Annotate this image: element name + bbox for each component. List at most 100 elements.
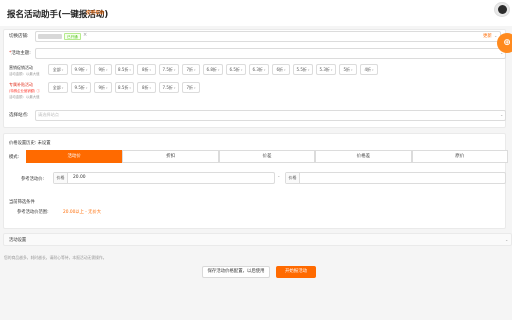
max-price-prefix: 价格: [286, 173, 300, 183]
discount-chip-label: 4折: [364, 67, 372, 72]
site-select[interactable]: [35, 110, 506, 121]
mode-tab-3[interactable]: 价格差: [315, 150, 412, 163]
sort-arrow-icon: ▾: [173, 68, 176, 72]
discount-chip-label: 6.5折: [229, 67, 240, 72]
sort-arrow-icon: ▾: [149, 68, 152, 72]
discount-chip-label: 8.5折: [118, 67, 129, 72]
chevron-down-icon: ⌄: [494, 33, 498, 38]
discount-chip-5[interactable]: 7.5折▾: [159, 64, 179, 75]
special-chip-0[interactable]: 全部▾: [48, 82, 68, 93]
discount-chip-label: 9.9折: [74, 67, 85, 72]
max-price-input[interactable]: [285, 172, 506, 184]
sort-arrow-icon: ▾: [61, 68, 64, 72]
current-filter-label: 当前筛选条件: [9, 200, 35, 205]
min-price-value: 20.00: [73, 175, 86, 180]
discount-chip-8[interactable]: 6.5折▾: [226, 64, 246, 75]
help-link[interactable]: 使用帮助: [86, 10, 104, 16]
discount-chip-label: 全部: [52, 67, 61, 72]
special-chip-4[interactable]: 8折▾: [137, 82, 156, 93]
sort-arrow-icon: ▾: [194, 68, 196, 72]
sort-arrow-icon: ▾: [173, 86, 176, 90]
activity-settings-panel[interactable]: [3, 233, 512, 246]
discount-chip-1[interactable]: 9.9折▾: [71, 64, 91, 75]
sort-arrow-icon: ▾: [61, 86, 64, 90]
site-placeholder: 请选择站点: [38, 112, 59, 117]
shop-name-blurred: [38, 34, 62, 39]
special-chip-label: 7.5折: [162, 85, 173, 90]
special-chip-6[interactable]: 7折▾: [182, 82, 200, 93]
special-filter-sub: 活动金额：以最大值: [9, 95, 40, 99]
special-chip-1[interactable]: 9.5折▾: [71, 82, 91, 93]
discount-chip-7[interactable]: 6.8折▾: [203, 64, 223, 75]
sort-arrow-icon: ▾: [351, 68, 353, 72]
discount-chip-2[interactable]: 9折▾: [94, 64, 112, 75]
discount-chip-label: 6.3折: [252, 67, 263, 72]
discount-chip-14[interactable]: 4折▾: [360, 64, 378, 75]
min-price-prefix: 价格: [54, 173, 68, 183]
sort-arrow-icon: ▾: [263, 68, 266, 72]
sort-arrow-icon: ▾: [106, 86, 108, 90]
discount-chip-label: 5折: [343, 67, 351, 72]
chevron-down-icon: ⌄: [505, 237, 509, 242]
discount-chip-label: 8折: [141, 67, 149, 72]
sort-arrow-icon: ▾: [284, 68, 286, 72]
discount-chip-12[interactable]: 5.3折▾: [316, 64, 336, 75]
price-history-label: 价格设置历史: 未设置: [9, 141, 51, 146]
special-chip-label: 8.5折: [118, 85, 129, 90]
close-icon[interactable]: ×: [83, 32, 87, 38]
mode-tab-1[interactable]: 折扣: [122, 150, 219, 163]
sort-arrow-icon: ▾: [129, 86, 131, 90]
sort-arrow-icon: ▾: [307, 68, 310, 72]
sort-arrow-icon: ▾: [372, 68, 374, 72]
sort-arrow-icon: ▾: [240, 68, 243, 72]
special-chip-label: 7折: [186, 85, 194, 90]
discount-chip-10[interactable]: 6折▾: [272, 64, 290, 75]
special-chip-3[interactable]: 8.5折▾: [115, 82, 134, 93]
special-chip-label: 全部: [52, 85, 61, 90]
discount-chip-0[interactable]: 全部▾: [48, 64, 68, 75]
footer-note: 您的商品越多，耗时越长，请耐心等待，本报活动无需操作。: [4, 255, 107, 260]
discount-chip-3[interactable]: 8.5折▾: [115, 64, 134, 75]
special-chip-label: 8折: [141, 85, 149, 90]
discount-chip-6[interactable]: 7折▾: [182, 64, 200, 75]
mode-tab-4[interactable]: 原价: [411, 150, 508, 163]
discount-chip-9[interactable]: 6.3折▾: [249, 64, 269, 75]
discount-chip-13[interactable]: 5折▾: [339, 64, 357, 75]
discount-chip-label: 6折: [276, 67, 284, 72]
discount-chip-label: 7折: [186, 67, 194, 72]
assistant-widget-icon[interactable]: ⊕: [497, 33, 512, 53]
refresh-link[interactable]: 更新: [483, 33, 492, 39]
shop-select[interactable]: [35, 31, 501, 42]
discount-chip-label: 9折: [98, 67, 106, 72]
sort-arrow-icon: ▾: [129, 68, 131, 72]
activity-theme-label: *活动主题:: [9, 51, 31, 56]
mode-tab-2[interactable]: 价差: [218, 150, 316, 163]
sort-arrow-icon: ▾: [330, 68, 333, 72]
activity-range-label: 参考活动价范围:: [17, 210, 49, 215]
avatar-face-icon: [498, 5, 507, 14]
mode-tab-0[interactable]: 活动价: [26, 150, 123, 163]
save-config-button[interactable]: 保存活动价格配置，以后使用: [202, 266, 270, 278]
special-chip-label: 9折: [98, 85, 106, 90]
discount-chip-4[interactable]: 8折▾: [137, 64, 156, 75]
activity-theme-select[interactable]: [35, 48, 506, 59]
discount-chip-label: 7.5折: [162, 67, 173, 72]
special-filter-sub-red: (特殊企业营销额) ⓘ: [9, 89, 40, 93]
discount-chip-label: 5.3折: [319, 67, 330, 72]
activity-range-value: 20.00以上 - 无价大: [63, 210, 102, 215]
min-price-input[interactable]: [53, 172, 275, 184]
avatar[interactable]: [494, 2, 510, 17]
shop-tag: 已开通: [64, 33, 81, 40]
start-signup-button[interactable]: 开始报活动: [276, 266, 316, 278]
discount-chip-11[interactable]: 5.5折▾: [293, 64, 313, 75]
mode-label: 模式:: [9, 155, 20, 160]
activity-settings-label: 活动设置: [9, 238, 27, 243]
price-range-separator: -: [278, 175, 280, 180]
site-label: 选择站点:: [9, 113, 29, 118]
discount-filter-sub: 活动金额：以最大值: [9, 72, 40, 76]
special-chip-5[interactable]: 7.5折▾: [159, 82, 179, 93]
special-chip-label: 9.5折: [74, 85, 85, 90]
sort-arrow-icon: ▾: [217, 68, 220, 72]
special-chip-2[interactable]: 9折▾: [94, 82, 112, 93]
activity-theme-label-text: 活动主题:: [11, 51, 31, 56]
